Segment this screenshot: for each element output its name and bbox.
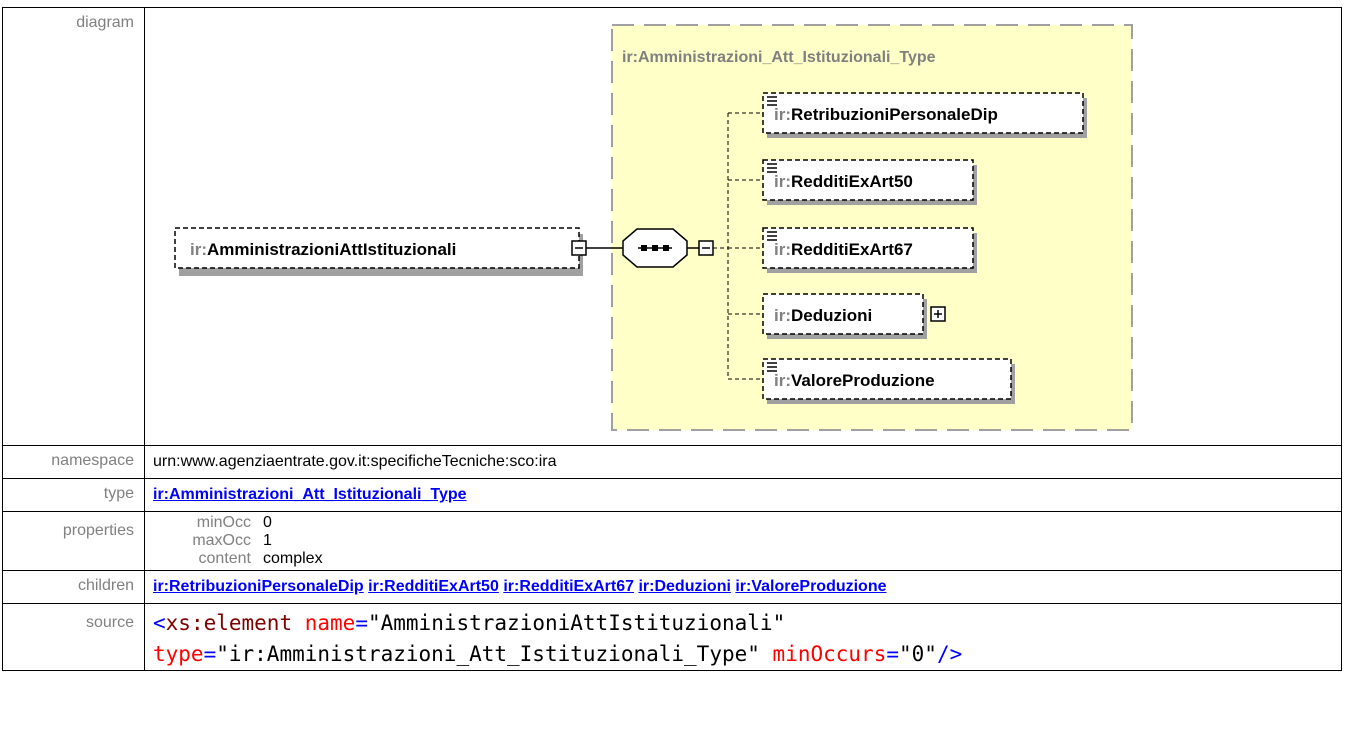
deduzioni-expand-toggle[interactable]: [930, 306, 946, 322]
root-element-prefix: ir:: [190, 240, 207, 259]
namespace-row: namespace urn:www.agenziaentrate.gov.it:…: [2, 445, 1342, 479]
root-element-label: ir:AmministrazioniAttIstituzionali: [190, 240, 456, 259]
diagram-cell: ir:Amministrazioni_Att_Istituzionali_Typ…: [144, 7, 1342, 446]
child-element-label-deduzioni: ir:Deduzioni: [774, 306, 872, 325]
schema-diagram: ir:Amministrazioni_Att_Istituzionali_Typ…: [174, 24, 1133, 431]
children-row: children ir:RetribuzioniPersonaleDip ir:…: [2, 570, 1342, 604]
properties-row: properties minOcc 0 maxOcc 1 content comple…: [2, 511, 1342, 571]
properties-label: properties: [2, 511, 145, 571]
type-link[interactable]: ir:Amministrazioni_Att_Istituzionali_Typ…: [153, 486, 467, 503]
child-link-retribuzioni[interactable]: ir:RetribuzioniPersonaleDip: [153, 578, 364, 595]
element-doc-table: diagram ir:Amministrazioni_Att_Istituzio…: [2, 7, 1342, 671]
property-maxocc: maxOcc 1: [192, 532, 272, 549]
property-content: content complex: [198, 550, 323, 567]
source-row: source <xs:element name="Amministrazioni…: [2, 603, 1342, 671]
child-element-label-retribuzioni: ir:RetribuzioniPersonaleDip: [774, 105, 998, 124]
child-link-art50[interactable]: ir:RedditiExArt50: [368, 578, 499, 595]
child-link-deduzioni[interactable]: ir:Deduzioni: [638, 578, 730, 595]
properties-list: minOcc 0 maxOcc 1 content complex: [145, 514, 1341, 568]
diagram-label: diagram: [2, 7, 145, 446]
type-label: type: [2, 478, 145, 512]
type-box-title: ir:Amministrazioni_Att_Istituzionali_Typ…: [622, 49, 936, 66]
sequence-compositor-icon[interactable]: [622, 228, 688, 268]
child-element-label-art67: ir:RedditiExArt67: [774, 240, 913, 259]
namespace-value: urn:www.agenziaentrate.gov.it:specifiche…: [144, 445, 1342, 479]
type-row: type ir:Amministrazioni_Att_Istituzional…: [2, 478, 1342, 512]
source-code: <xs:element name="AmministrazioniAttIsti…: [153, 611, 963, 666]
child-link-valore[interactable]: ir:ValoreProduzione: [735, 578, 886, 595]
child-element-label-art50: ir:RedditiExArt50: [774, 172, 913, 191]
namespace-label: namespace: [2, 445, 145, 479]
sequence-collapse-toggle[interactable]: [698, 240, 714, 256]
child-element-label-valore: ir:ValoreProduzione: [774, 371, 935, 390]
children-label: children: [2, 570, 145, 604]
property-minocc: minOcc 0: [196, 514, 272, 531]
child-link-art67[interactable]: ir:RedditiExArt67: [503, 578, 634, 595]
root-collapse-toggle[interactable]: [571, 240, 587, 256]
root-element-name: AmministrazioniAttIstituzionali: [207, 240, 456, 259]
source-label: source: [2, 603, 145, 671]
diagram-row: diagram ir:Amministrazioni_Att_Istituzio…: [2, 7, 1342, 446]
